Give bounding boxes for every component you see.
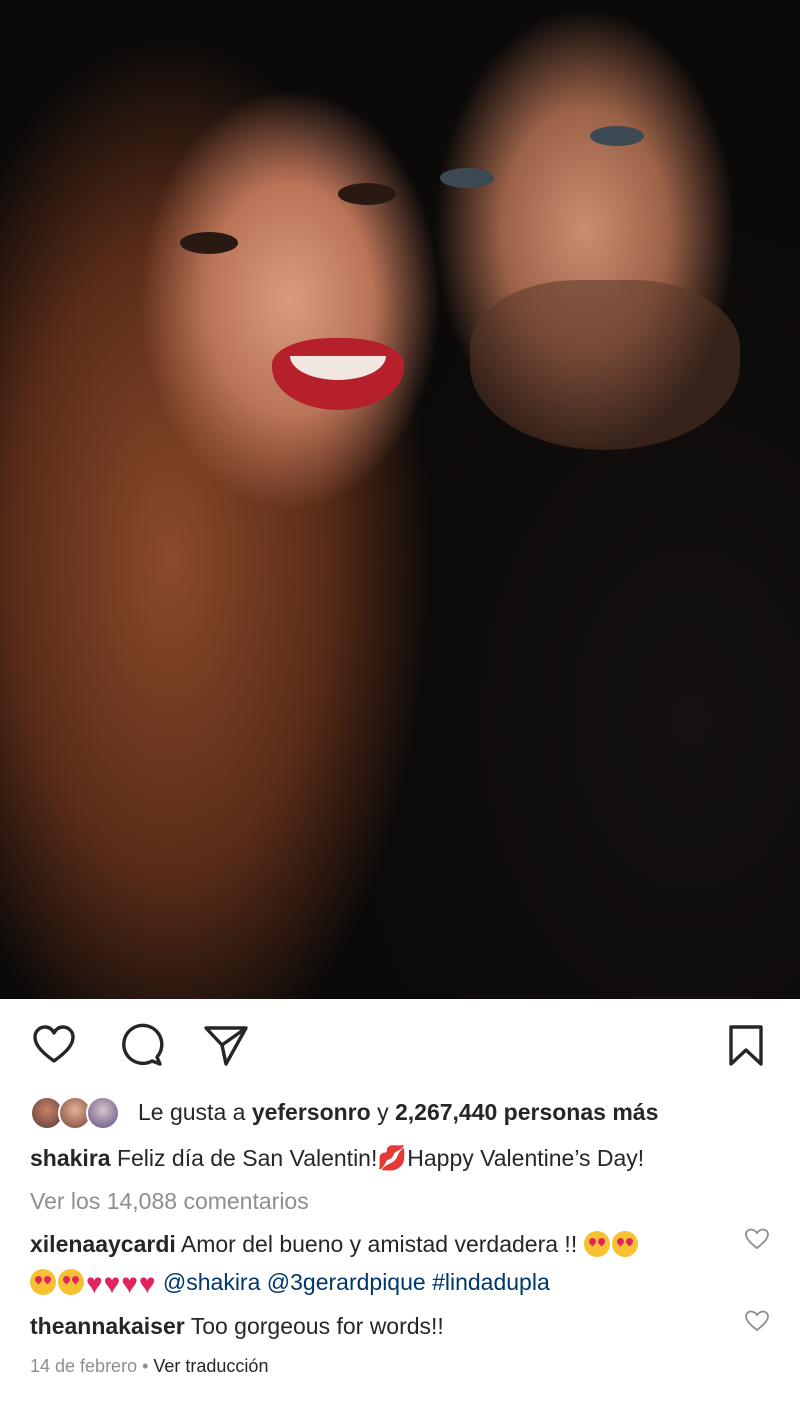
photo-detail-eye <box>590 126 644 146</box>
post-action-bar <box>0 999 800 1089</box>
paper-plane-icon[interactable] <box>202 1021 250 1069</box>
comment-username[interactable]: theannakaiser <box>30 1313 185 1339</box>
photo-detail-beard <box>470 280 740 450</box>
comment-bubble-icon[interactable] <box>117 1021 165 1069</box>
comment-text: Too gorgeous for words!! <box>190 1313 444 1339</box>
comment-item: theannakaiser Too gorgeous for words!! <box>30 1307 730 1345</box>
post-caption: shakira Feliz día de San Valentin!💋Happy… <box>30 1144 644 1173</box>
red-heart-emoji: ♥ <box>138 1268 156 1299</box>
photo-detail-eye <box>440 168 494 188</box>
view-all-comments-link[interactable]: Ver los 14,088 comentarios <box>30 1188 309 1215</box>
liker-username[interactable]: yefersonro <box>252 1099 371 1125</box>
post-date: 14 de febrero <box>30 1356 138 1376</box>
liker-avatars <box>30 1094 130 1130</box>
heart-eyes-emoji <box>30 1269 56 1295</box>
caption-text: Feliz día de San Valentin! <box>116 1145 378 1171</box>
avatar <box>86 1096 120 1130</box>
likes-connector: y <box>377 1098 389 1125</box>
red-heart-emoji: ♥ <box>103 1268 121 1299</box>
heart-outline-icon[interactable] <box>30 1021 78 1069</box>
caption-text-english: Happy Valentine’s Day! <box>407 1145 645 1171</box>
likes-summary[interactable]: Le gusta a yefersonro y 2,267,440 person… <box>30 1094 658 1130</box>
comment-heart-icon[interactable] <box>744 1226 770 1252</box>
comment-heart-icon[interactable] <box>744 1308 770 1334</box>
post-photo[interactable] <box>0 0 800 999</box>
photo-detail-eye <box>338 183 396 205</box>
heart-eyes-emoji <box>583 1231 610 1257</box>
photo-detail-eye <box>180 232 238 254</box>
separator-dot: • <box>142 1356 149 1376</box>
caption-username[interactable]: shakira <box>30 1145 111 1171</box>
red-heart-emoji: ♥ <box>86 1268 103 1299</box>
kiss-emoji: 💋 <box>377 1145 408 1172</box>
comment-username[interactable]: xilenaaycardi <box>30 1231 176 1257</box>
hashtag-link[interactable]: #lindadupla <box>432 1269 550 1295</box>
post-footer: 14 de febrero • Ver traducción <box>30 1356 268 1377</box>
likes-text: Le gusta a yefersonro y 2,267,440 person… <box>138 1099 658 1126</box>
comment-text: Amor del bueno y amistad verdadera !! <box>180 1231 578 1257</box>
see-translation-link[interactable]: Ver traducción <box>153 1356 268 1376</box>
bookmark-icon[interactable] <box>722 1021 770 1069</box>
mention-link[interactable]: @shakira <box>163 1269 261 1295</box>
likes-count[interactable]: 2,267,440 personas más <box>395 1099 658 1125</box>
likes-prefix: Le gusta a <box>138 1098 246 1125</box>
heart-eyes-emoji <box>611 1231 638 1257</box>
comment-item: xilenaaycardi Amor del bueno y amistad v… <box>30 1225 730 1301</box>
heart-eyes-emoji <box>58 1269 84 1295</box>
mention-link[interactable]: @3gerardpique <box>267 1269 426 1295</box>
red-heart-emoji: ♥ <box>121 1268 138 1299</box>
